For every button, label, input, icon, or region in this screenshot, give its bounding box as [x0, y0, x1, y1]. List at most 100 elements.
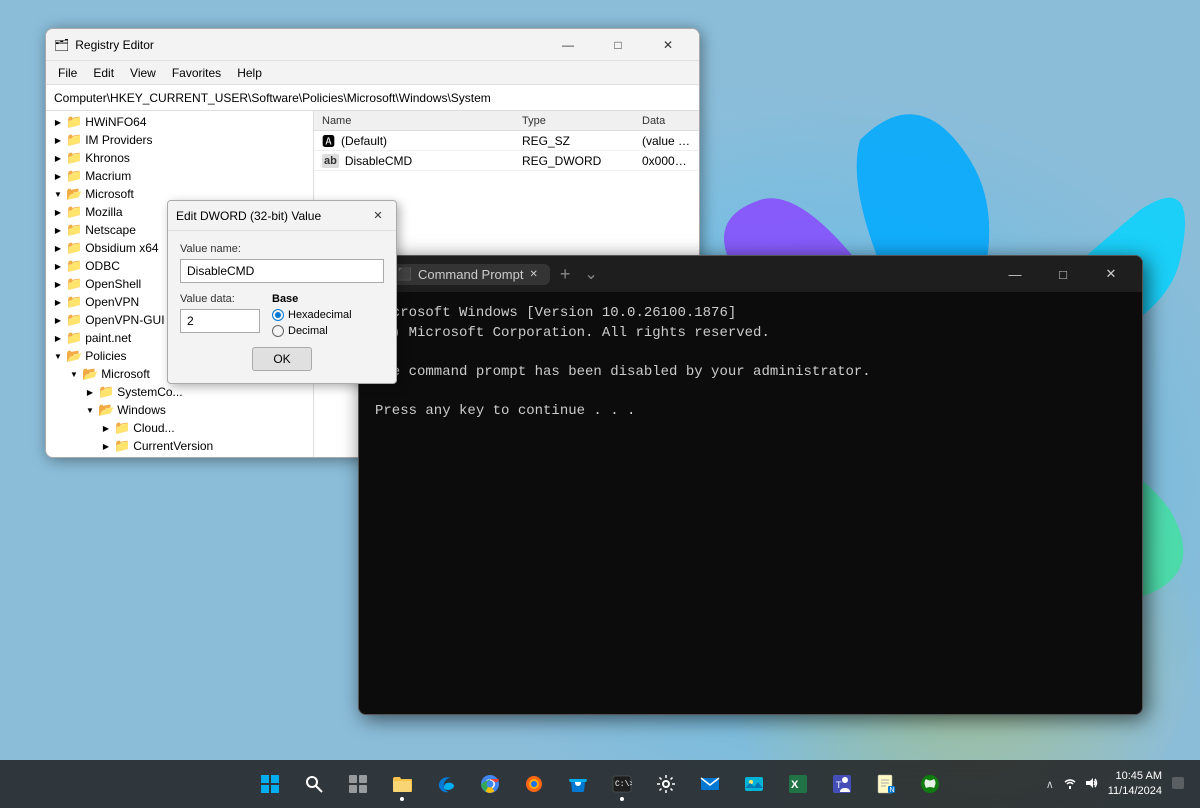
tree-label: Windows	[117, 403, 166, 417]
tree-item-macrium[interactable]: ▶ 📁 Macrium	[46, 167, 313, 185]
tree-item-datacollection[interactable]: ▶ 📁 DataCollection	[46, 455, 313, 457]
teams-button[interactable]: T	[822, 764, 862, 804]
firefox-icon	[524, 774, 544, 794]
cmd-minimize-button[interactable]: —	[992, 258, 1038, 290]
registry-minimize-button[interactable]: —	[545, 31, 591, 59]
notepad-button[interactable]: N	[866, 764, 906, 804]
cmd-controls: — □ ✕	[992, 258, 1134, 290]
tree-label: Mozilla	[85, 205, 122, 219]
registry-close-button[interactable]: ✕	[645, 31, 691, 59]
cmd-new-tab-button[interactable]: +	[554, 264, 577, 285]
arrow-icon: ▶	[82, 388, 98, 397]
tree-item-currentversion[interactable]: ▶ 📁 CurrentVersion	[46, 437, 313, 455]
reg-sz-icon: 🅰	[322, 131, 335, 150]
value-row-default[interactable]: 🅰 (Default) REG_SZ (value not set)	[314, 131, 699, 151]
tree-item-systemco[interactable]: ▶ 📁 SystemCo...	[46, 383, 313, 401]
arrow-icon: ▶	[50, 316, 66, 325]
value-data-input[interactable]	[180, 309, 260, 333]
cmd-maximize-button[interactable]: □	[1040, 258, 1086, 290]
base-radio-group: Hexadecimal Decimal	[272, 309, 352, 337]
cmd-tab-close[interactable]: ✕	[529, 269, 537, 280]
folder-icon: 📂	[82, 366, 98, 382]
taskbar-center: C:\>	[250, 764, 950, 804]
folder-icon: 📁	[98, 384, 114, 400]
notepad-icon: N	[876, 774, 896, 794]
decimal-radio[interactable]: Decimal	[272, 325, 352, 337]
registry-menu-view[interactable]: View	[122, 64, 164, 82]
settings-button[interactable]	[646, 764, 686, 804]
tree-item-hwinfo[interactable]: ▶ 📁 HWiNFO64	[46, 113, 313, 131]
dword-dialog: Edit DWORD (32-bit) Value ✕ Value name: …	[167, 200, 397, 384]
tree-item-windows[interactable]: ▼ 📂 Windows	[46, 401, 313, 419]
value-name-input[interactable]	[180, 259, 384, 283]
tree-label: IM Providers	[85, 133, 152, 147]
volume-icon[interactable]	[1082, 776, 1102, 793]
registry-menu-help[interactable]: Help	[229, 64, 270, 82]
cmd-close-button[interactable]: ✕	[1088, 258, 1134, 290]
search-icon	[305, 775, 323, 793]
edge-button[interactable]	[426, 764, 466, 804]
dword-dialog-body: Value name: Value data: Base Hexadecimal…	[168, 231, 396, 383]
registry-menu-file[interactable]: File	[50, 64, 85, 82]
tree-item-cloud[interactable]: ▶ 📁 Cloud...	[46, 419, 313, 437]
folder-icon: 📂	[98, 402, 114, 418]
arrow-icon: ▼	[82, 406, 98, 415]
cmd-line2: (c) Microsoft Corporation. All rights re…	[375, 325, 770, 341]
settings-icon	[656, 774, 676, 794]
notification-center[interactable]	[1168, 777, 1188, 792]
value-type-default: REG_SZ	[514, 134, 634, 148]
dword-ok-button[interactable]: OK	[252, 347, 311, 371]
folder-icon: 📁	[66, 132, 82, 148]
tree-item-khronos[interactable]: ▶ 📁 Khronos	[46, 149, 313, 167]
firefox-button[interactable]	[514, 764, 554, 804]
arrow-icon: ▶	[50, 244, 66, 253]
tree-item-im-providers[interactable]: ▶ 📁 IM Providers	[46, 131, 313, 149]
task-view-icon	[349, 775, 367, 793]
hex-label: Hexadecimal	[288, 309, 352, 321]
folder-icon: 📁	[66, 276, 82, 292]
terminal-button[interactable]: C:\>	[602, 764, 642, 804]
terminal-icon: C:\>	[612, 774, 632, 794]
xbox-button[interactable]	[910, 764, 950, 804]
registry-maximize-button[interactable]: □	[595, 31, 641, 59]
registry-menu-favorites[interactable]: Favorites	[164, 64, 229, 82]
search-button[interactable]	[294, 764, 334, 804]
windows-logo-icon	[261, 775, 279, 793]
chrome-button[interactable]	[470, 764, 510, 804]
cmd-tab[interactable]: ⬛ Command Prompt ✕	[385, 264, 550, 285]
header-data: Data	[634, 115, 699, 127]
value-name-label: Value name:	[180, 243, 384, 255]
arrow-icon: ▶	[98, 442, 114, 451]
tree-label: Netscape	[85, 223, 136, 237]
folder-icon: 📁	[66, 294, 82, 310]
folder-icon: 📁	[66, 330, 82, 346]
hexadecimal-radio[interactable]: Hexadecimal	[272, 309, 352, 321]
task-view-button[interactable]	[338, 764, 378, 804]
registry-title-text: Registry Editor	[75, 38, 154, 52]
tree-label: Microsoft	[101, 367, 150, 381]
cmd-body: Microsoft Windows [Version 10.0.26100.18…	[359, 292, 1142, 714]
show-hidden-icons[interactable]: ∧	[1042, 778, 1058, 791]
arrow-icon: ▶	[50, 118, 66, 127]
file-explorer-button[interactable]	[382, 764, 422, 804]
dword-dialog-close[interactable]: ✕	[368, 206, 388, 226]
store-icon	[568, 774, 588, 794]
photos-button[interactable]	[734, 764, 774, 804]
excel-button[interactable]: X	[778, 764, 818, 804]
start-button[interactable]	[250, 764, 290, 804]
system-tray: ∧ 10:45 AM 11/14/2024	[1038, 769, 1192, 800]
arrow-icon: ▶	[50, 280, 66, 289]
mail-button[interactable]	[690, 764, 730, 804]
system-clock[interactable]: 10:45 AM 11/14/2024	[1104, 769, 1166, 800]
registry-addressbar[interactable]: Computer\HKEY_CURRENT_USER\Software\Poli…	[46, 85, 699, 111]
decimal-label: Decimal	[288, 325, 328, 337]
registry-menu-edit[interactable]: Edit	[85, 64, 122, 82]
store-button[interactable]	[558, 764, 598, 804]
reg-dword-icon: ab	[322, 154, 339, 168]
cmd-tab-dropdown[interactable]: ⌄	[580, 264, 601, 284]
network-icon[interactable]	[1060, 776, 1080, 793]
tree-label: OpenVPN-GUI	[85, 313, 164, 327]
cmd-tab-icon: ⬛	[397, 267, 412, 281]
svg-text:C:\>: C:\>	[615, 780, 632, 789]
value-row-disablecmd[interactable]: ab DisableCMD REG_DWORD 0x00000002 (2)	[314, 151, 699, 171]
